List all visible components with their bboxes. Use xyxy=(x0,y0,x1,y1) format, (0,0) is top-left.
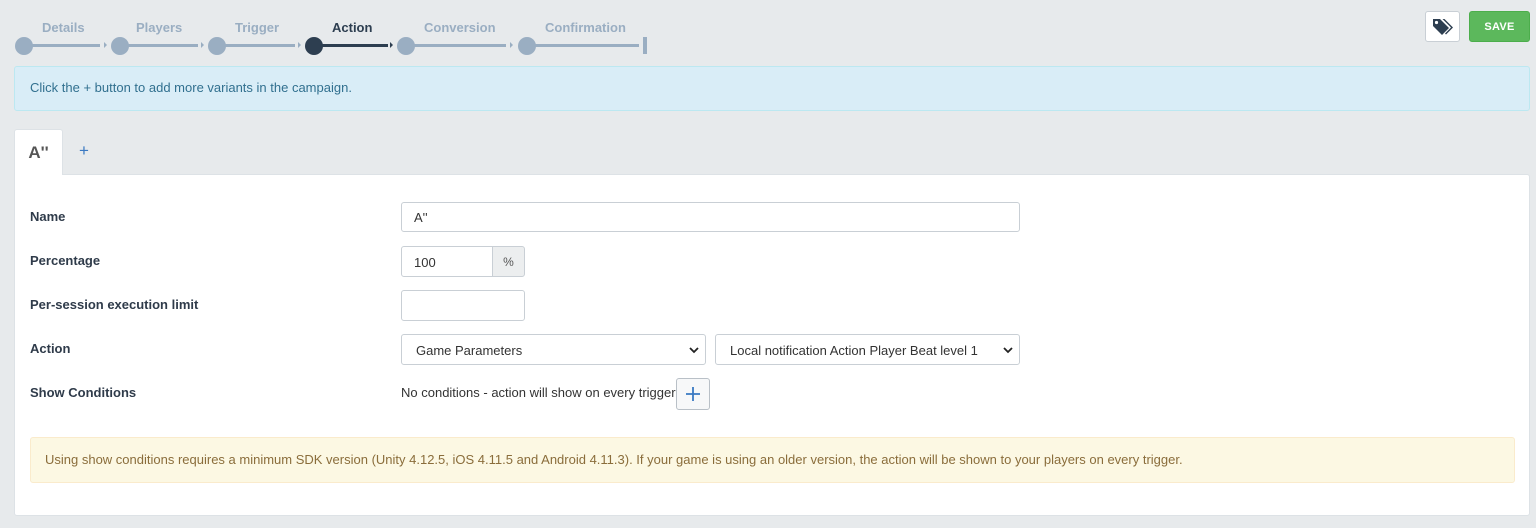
step-arrow-icon xyxy=(201,42,204,48)
wizard-step-label: Confirmation xyxy=(545,20,626,35)
show-conditions-label: Show Conditions xyxy=(30,385,137,400)
chevron-down-icon xyxy=(689,347,699,354)
step-arrow-icon xyxy=(298,42,301,48)
step-dot xyxy=(208,37,226,55)
chevron-down-icon xyxy=(1003,347,1013,354)
name-label: Name xyxy=(30,209,66,224)
wizard-step-confirmation[interactable]: Confirmation xyxy=(517,18,643,58)
action-value: Local notification Action Player Beat le… xyxy=(730,343,978,358)
session-limit-label: Per-session execution limit xyxy=(30,297,199,312)
plus-icon xyxy=(686,387,700,401)
step-dot xyxy=(15,37,33,55)
step-dot xyxy=(305,37,323,55)
action-type-value: Game Parameters xyxy=(416,343,523,358)
info-alert: Click the + button to add more variants … xyxy=(14,66,1530,111)
step-dot xyxy=(111,37,129,55)
step-connector xyxy=(535,44,639,47)
wizard-step-label: Action xyxy=(332,20,373,35)
percentage-input[interactable]: 100 xyxy=(401,246,493,277)
add-variant-tab[interactable]: + xyxy=(74,140,94,162)
step-connector xyxy=(225,44,295,47)
step-connector xyxy=(414,44,506,47)
wizard-step-conversion[interactable]: Conversion xyxy=(396,18,516,58)
save-button[interactable]: SAVE xyxy=(1469,11,1530,42)
step-connector xyxy=(32,44,100,47)
tags-button[interactable] xyxy=(1425,11,1460,42)
action-type-select[interactable]: Game Parameters xyxy=(401,334,706,365)
wizard-step-players[interactable]: Players xyxy=(110,18,206,58)
step-dot xyxy=(518,37,536,55)
wizard-step-label: Trigger xyxy=(235,20,280,35)
step-arrow-icon xyxy=(390,42,393,48)
wizard-end-marker xyxy=(643,37,647,54)
wizard-step-label: Conversion xyxy=(424,20,496,35)
percentage-label: Percentage xyxy=(30,253,101,268)
step-connector xyxy=(128,44,198,47)
wizard-step-trigger[interactable]: Trigger xyxy=(207,18,303,58)
tags-icon xyxy=(1432,18,1453,35)
sdk-warning-alert: Using show conditions requires a minimum… xyxy=(30,437,1515,483)
session-limit-input[interactable] xyxy=(401,290,525,321)
percent-addon: % xyxy=(492,246,525,277)
action-label: Action xyxy=(30,341,71,356)
wizard-step-label: Details xyxy=(42,20,85,35)
step-arrow-icon xyxy=(510,42,513,48)
wizard-steps: Details Players Trigger Action Conversio… xyxy=(14,18,654,58)
wizard-step-details[interactable]: Details xyxy=(14,18,109,58)
step-arrow-icon xyxy=(104,42,107,48)
step-dot xyxy=(397,37,415,55)
wizard-step-label: Players xyxy=(136,20,183,35)
action-select[interactable]: Local notification Action Player Beat le… xyxy=(715,334,1020,365)
step-connector xyxy=(322,44,388,47)
name-input[interactable]: A'' xyxy=(401,202,1020,232)
no-conditions-text: No conditions - action will show on ever… xyxy=(401,385,676,400)
wizard-step-action[interactable]: Action xyxy=(304,18,396,58)
variant-tab-a[interactable]: A'' xyxy=(14,129,63,175)
add-condition-button[interactable] xyxy=(676,378,710,410)
